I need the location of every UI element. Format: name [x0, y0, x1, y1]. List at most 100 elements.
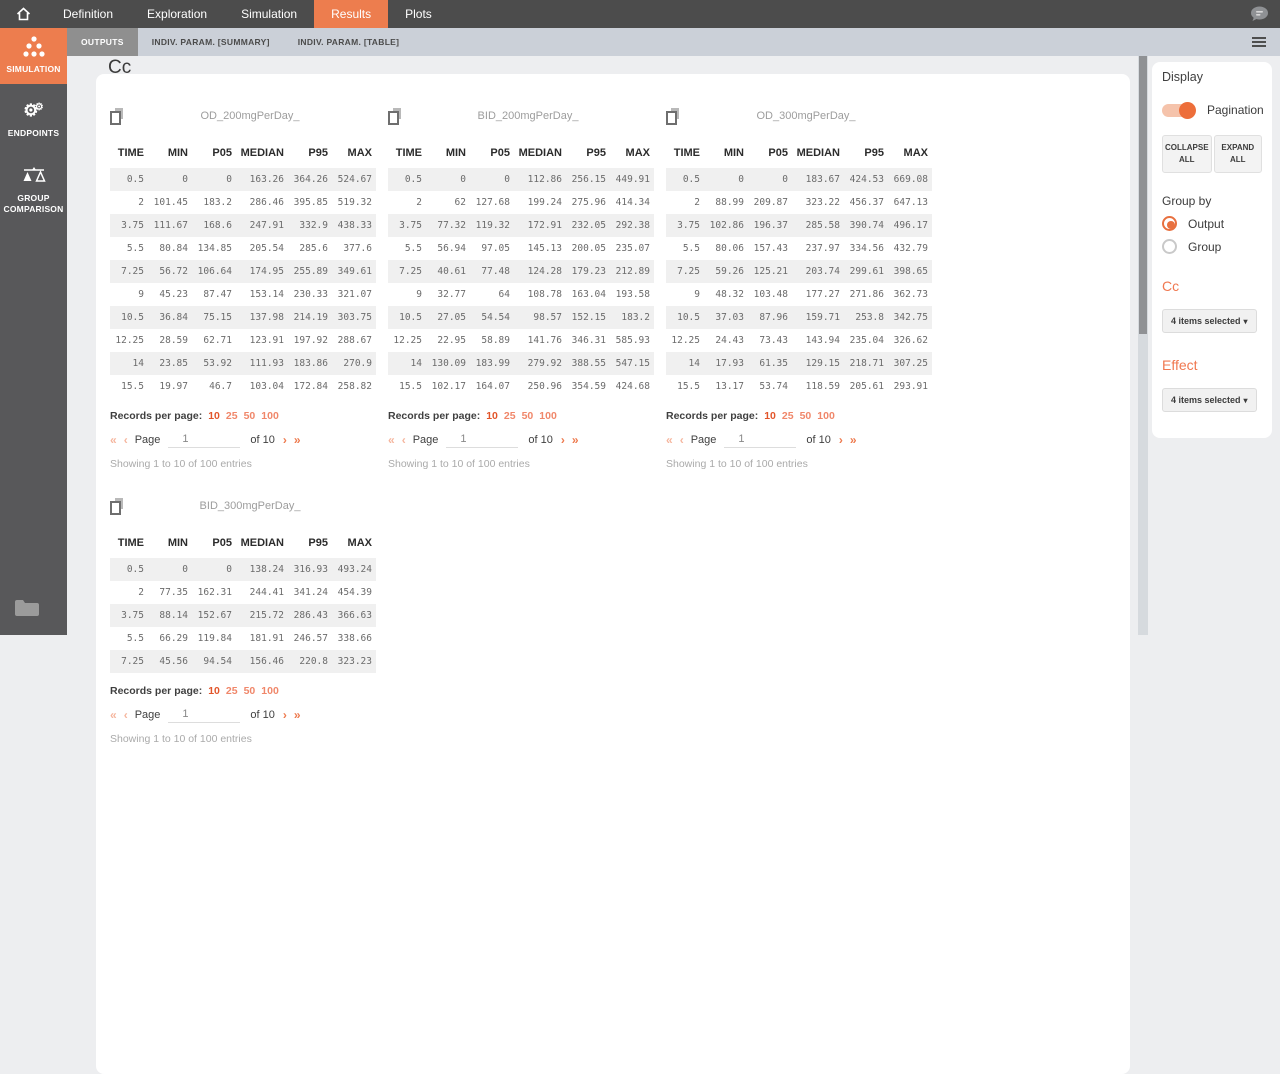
project-folder-button[interactable]	[0, 590, 67, 635]
column-header[interactable]: P05	[192, 528, 236, 558]
menu-icon[interactable]	[1252, 35, 1266, 49]
page-number-input[interactable]	[168, 431, 240, 448]
page-size-option[interactable]: 100	[261, 410, 279, 422]
vertical-scrollbar-track[interactable]	[1138, 56, 1148, 635]
vertical-scrollbar-thumb[interactable]	[1139, 56, 1147, 334]
column-header[interactable]: MIN	[148, 528, 192, 558]
prev-page-icon[interactable]: ‹	[124, 433, 128, 447]
nav-item-simulation[interactable]: Simulation	[224, 0, 314, 28]
page-size-option[interactable]: 100	[539, 410, 557, 422]
column-header[interactable]: P05	[192, 138, 236, 168]
table-cell: 15.5	[666, 375, 704, 398]
last-page-icon[interactable]: »	[850, 433, 857, 447]
nav-item-exploration[interactable]: Exploration	[130, 0, 224, 28]
table-cell: 19.97	[148, 375, 192, 398]
page-size-option[interactable]: 25	[504, 410, 516, 422]
page-size-option[interactable]: 100	[261, 685, 279, 697]
last-page-icon[interactable]: »	[294, 433, 301, 447]
next-page-icon[interactable]: ›	[839, 433, 843, 447]
effect-items-dropdown[interactable]: 4 items selected▾	[1162, 388, 1257, 412]
column-header[interactable]: P05	[470, 138, 514, 168]
table-cell: 61.35	[748, 352, 792, 375]
column-header[interactable]: TIME	[110, 528, 148, 558]
first-page-icon[interactable]: «	[666, 433, 673, 447]
tab-indiv-param-summary[interactable]: INDIV. PARAM. [SUMMARY]	[138, 28, 284, 56]
nav-item-plots[interactable]: Plots	[388, 0, 449, 28]
table-cell: 349.61	[332, 260, 376, 283]
copy-table-icon[interactable]	[388, 108, 402, 124]
column-header[interactable]: MEDIAN	[236, 138, 288, 168]
sidebar-item-endpoints[interactable]: ⚙⚙ ENDPOINTS	[0, 92, 67, 148]
page-size-option[interactable]: 10	[764, 410, 776, 422]
page-size-option[interactable]: 10	[486, 410, 498, 422]
page-size-option[interactable]: 100	[817, 410, 835, 422]
next-page-icon[interactable]: ›	[561, 433, 565, 447]
copy-table-icon[interactable]	[666, 108, 680, 124]
page-size-option[interactable]: 50	[244, 410, 256, 422]
page-size-option[interactable]: 50	[800, 410, 812, 422]
page-size-option[interactable]: 25	[782, 410, 794, 422]
column-header[interactable]: P05	[748, 138, 792, 168]
next-page-icon[interactable]: ›	[283, 708, 287, 722]
column-header[interactable]: MAX	[332, 528, 376, 558]
pagination-toggle[interactable]	[1162, 104, 1195, 117]
column-header[interactable]: P95	[844, 138, 888, 168]
page-number-input[interactable]	[446, 431, 518, 448]
first-page-icon[interactable]: «	[110, 433, 117, 447]
prev-page-icon[interactable]: ‹	[124, 708, 128, 722]
group-by-option-output[interactable]: Output	[1162, 216, 1262, 231]
sidebar-item-group-comparison[interactable]: GROUP COMPARISON	[0, 157, 67, 223]
copy-table-icon[interactable]	[110, 498, 124, 514]
column-header[interactable]: MEDIAN	[792, 138, 844, 168]
column-header[interactable]: P95	[288, 528, 332, 558]
column-header[interactable]: TIME	[666, 138, 704, 168]
page-size-option[interactable]: 50	[244, 685, 256, 697]
next-page-icon[interactable]: ›	[283, 433, 287, 447]
column-header[interactable]: MEDIAN	[236, 528, 288, 558]
column-header[interactable]: MAX	[610, 138, 654, 168]
nav-item-definition[interactable]: Definition	[46, 0, 130, 28]
prev-page-icon[interactable]: ‹	[402, 433, 406, 447]
last-page-icon[interactable]: »	[294, 708, 301, 722]
page-size-option[interactable]: 50	[522, 410, 534, 422]
column-header[interactable]: MEDIAN	[514, 138, 566, 168]
collapse-all-button[interactable]: COLLAPSE ALL	[1162, 135, 1212, 173]
table-cell: 362.73	[888, 283, 932, 306]
column-header[interactable]: MIN	[704, 138, 748, 168]
page-size-option[interactable]: 25	[226, 410, 238, 422]
column-header[interactable]: MIN	[148, 138, 192, 168]
page-size-option[interactable]: 10	[208, 410, 220, 422]
table-cell: 97.05	[470, 237, 514, 260]
column-header[interactable]: MAX	[888, 138, 932, 168]
column-header[interactable]: MIN	[426, 138, 470, 168]
page-number-input[interactable]	[168, 706, 240, 723]
page-number-input[interactable]	[724, 431, 796, 448]
column-header[interactable]: MAX	[332, 138, 376, 168]
table-cell: 323.23	[332, 650, 376, 673]
group-by-option-group[interactable]: Group	[1162, 239, 1262, 254]
last-page-icon[interactable]: »	[572, 433, 579, 447]
column-header[interactable]: P95	[288, 138, 332, 168]
table-cell: 172.91	[514, 214, 566, 237]
page-size-option[interactable]: 25	[226, 685, 238, 697]
sidebar-item-simulation[interactable]: SIMULATION	[0, 28, 67, 84]
feedback-chat-icon[interactable]	[1248, 5, 1270, 23]
cc-items-dropdown[interactable]: 4 items selected▾	[1162, 309, 1257, 333]
column-header[interactable]: TIME	[388, 138, 426, 168]
tab-indiv-param-table[interactable]: INDIV. PARAM. [TABLE]	[284, 28, 414, 56]
page-size-option[interactable]: 10	[208, 685, 220, 697]
home-button[interactable]	[0, 0, 46, 28]
prev-page-icon[interactable]: ‹	[680, 433, 684, 447]
expand-all-button[interactable]: EXPAND ALL	[1214, 135, 1262, 173]
table-cell: 7.25	[110, 650, 148, 673]
table-cell: 519.32	[332, 191, 376, 214]
copy-table-icon[interactable]	[110, 108, 124, 124]
first-page-icon[interactable]: «	[110, 708, 117, 722]
first-page-icon[interactable]: «	[388, 433, 395, 447]
showing-entries-text: Showing 1 to 10 of 100 entries	[666, 458, 932, 470]
column-header[interactable]: P95	[566, 138, 610, 168]
column-header[interactable]: TIME	[110, 138, 148, 168]
nav-item-results[interactable]: Results	[314, 0, 388, 28]
tab-outputs[interactable]: OUTPUTS	[67, 28, 138, 56]
table-cell: 647.13	[888, 191, 932, 214]
